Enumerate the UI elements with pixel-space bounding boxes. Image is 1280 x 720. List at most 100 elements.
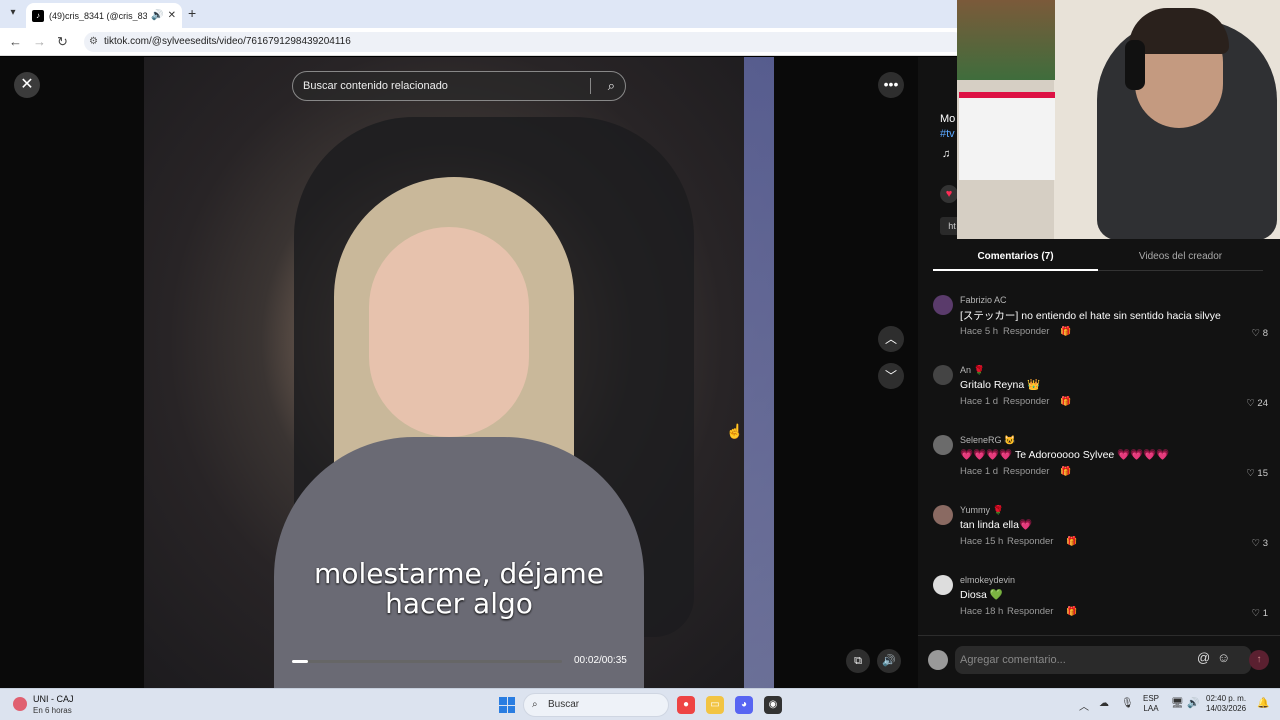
video-player[interactable]: molestarme, déjame hacer algo (144, 57, 774, 688)
comment-time: Hace 5 h (960, 326, 999, 337)
comment-username[interactable]: Fabrizio AC (960, 295, 1007, 305)
webcam-headset (1125, 40, 1145, 90)
address-bar[interactable]: ⚙ tiktok.com/@sylveesedits/video/7616791… (84, 32, 964, 52)
list-item: An 🌹 Gritalo Reyna 👑 Hace 1 d Responder … (933, 363, 1268, 425)
reply-button[interactable]: Responder (1003, 326, 1049, 337)
comment-like-count[interactable]: ♡ 1 (1252, 608, 1268, 619)
audio-playing-icon[interactable]: 🔊 (151, 10, 163, 21)
windows-taskbar: UNI - CAJ En 6 horas ⌕ Buscar ● ▭ ◕ ◉ ︿ … (0, 688, 1280, 720)
like-count: 1 (1262, 608, 1268, 619)
browser-tab[interactable]: ♪ (49)cris_8341 (@cris_8341) 🔊 ✕ (26, 3, 182, 28)
network-icon[interactable]: 🖥 (1171, 698, 1184, 709)
comment-time: Hace 1 d (960, 396, 999, 407)
file-explorer-icon[interactable]: ▭ (706, 696, 724, 714)
comments-panel: Mo #tv ♫ ♥ ht Comentarios (7) Videos del… (918, 0, 1280, 688)
gift-icon[interactable]: 🎁 (1060, 466, 1071, 477)
list-item: elmokeydevin Diosa 💚 Hace 18 h Responder… (933, 573, 1268, 635)
system-clock[interactable]: 02:40 p. m. 14/03/2026 (1206, 694, 1246, 714)
chrome-icon[interactable]: ● (677, 696, 695, 714)
avatar[interactable] (928, 650, 948, 670)
reply-button[interactable]: Responder (1007, 536, 1053, 547)
comment-like-count[interactable]: ♡ 15 (1246, 468, 1268, 479)
like-count: 15 (1257, 468, 1268, 479)
reload-icon[interactable]: ↻ (57, 34, 68, 50)
microphone-icon[interactable]: 🎙 (1121, 698, 1134, 709)
volume-icon[interactable]: 🔊 (877, 649, 901, 673)
tab-comments[interactable]: Comentarios (7) (933, 251, 1098, 262)
tab-creator-videos[interactable]: Videos del creador (1098, 251, 1263, 262)
related-search-input[interactable]: Buscar contenido relacionado ⌕ (292, 71, 626, 101)
forward-icon[interactable]: → (33, 34, 46, 49)
avatar[interactable] (933, 295, 953, 315)
notification-bell-icon[interactable]: 🔔 (1257, 698, 1269, 709)
mouse-cursor-icon: ☝ (726, 423, 744, 439)
discord-icon[interactable]: ◕ (735, 696, 753, 714)
language-indicator[interactable]: ESP LAA (1143, 694, 1159, 714)
comment-text: Gritalo Reyna 👑 (960, 379, 1041, 391)
tab-search-dropdown-icon[interactable]: ▾ (5, 5, 21, 21)
list-item: Fabrizio AC [ステッカー] no entiendo el hate … (933, 293, 1268, 355)
comment-username[interactable]: SeleneRG 😺 (960, 435, 1015, 446)
video-progress-bar[interactable] (292, 660, 562, 663)
comment-time: Hace 1 d (960, 466, 999, 477)
next-video-icon[interactable]: ﹀ (878, 363, 904, 389)
more-options-icon[interactable]: ••• (878, 72, 904, 98)
taskbar-search[interactable]: ⌕ Buscar (523, 693, 669, 717)
language-code: ESP (1143, 694, 1160, 703)
webcam-overlay (957, 0, 1280, 239)
video-progress-fill (292, 660, 309, 663)
avatar[interactable] (933, 575, 953, 595)
video-caption-line-2: hacer algo (385, 587, 533, 620)
video-time: 00:02/00:35 (574, 655, 627, 666)
gift-icon[interactable]: 🎁 (1060, 396, 1071, 407)
like-heart-icon[interactable]: ♥ (940, 185, 958, 203)
mention-icon[interactable]: @ (1197, 650, 1210, 665)
comment-username[interactable]: elmokeydevin (960, 575, 1015, 585)
tray-overflow-icon[interactable]: ︿ (1079, 698, 1089, 713)
app-icon[interactable]: ◉ (764, 696, 782, 714)
music-note-icon[interactable]: ♫ (942, 148, 950, 160)
send-icon[interactable]: ↑ (1249, 650, 1269, 670)
close-video-button[interactable]: ✕ (14, 72, 40, 98)
comment-like-count[interactable]: ♡ 24 (1246, 398, 1268, 409)
emoji-icon[interactable]: ☺ (1217, 650, 1230, 665)
reply-button[interactable]: Responder (1003, 396, 1049, 407)
windows-start-icon[interactable] (499, 697, 515, 713)
like-count: 3 (1262, 538, 1268, 549)
weather-icon[interactable] (13, 697, 27, 711)
site-info-icon[interactable]: ⚙ (89, 32, 98, 52)
avatar[interactable] (933, 435, 953, 455)
video-area: molestarme, déjame hacer algo ✕ Buscar c… (0, 57, 918, 688)
gift-icon[interactable]: 🎁 (1066, 606, 1077, 617)
list-item: Yummy 🌹 tan linda ella💗 Hace 15 h Respon… (933, 503, 1268, 565)
comment-like-count[interactable]: ♡ 8 (1252, 328, 1268, 339)
comment-text: Diosa 💚 (960, 589, 1003, 601)
panel-tabs: Comentarios (7) Videos del creador (933, 245, 1263, 271)
comment-username[interactable]: Yummy 🌹 (960, 505, 1004, 516)
tray-app-icon[interactable]: ☁ (1099, 698, 1109, 709)
picture-in-picture-icon[interactable]: ⧉ (846, 649, 870, 673)
comment-username[interactable]: An 🌹 (960, 365, 985, 376)
back-icon[interactable]: ← (9, 34, 22, 49)
weather-title[interactable]: UNI - CAJ (33, 694, 74, 704)
avatar[interactable] (933, 505, 953, 525)
tab-close-icon[interactable]: ✕ (168, 10, 176, 21)
comment-text: [ステッカー] no entiendo el hate sin sentido … (960, 310, 1221, 322)
speaker-icon[interactable]: 🔊 (1187, 698, 1199, 709)
webcam-poster (957, 0, 1055, 80)
gift-icon[interactable]: 🎁 (1060, 326, 1071, 337)
avatar[interactable] (933, 365, 953, 385)
search-icon[interactable]: ⌕ (608, 72, 615, 100)
comment-time: Hace 15 h (960, 536, 1004, 547)
previous-video-icon[interactable]: ︿ (878, 326, 904, 352)
webcam-calendar (959, 92, 1055, 180)
reply-button[interactable]: Responder (1007, 606, 1053, 617)
comment-like-count[interactable]: ♡ 3 (1252, 538, 1268, 549)
reply-button[interactable]: Responder (1003, 466, 1049, 477)
new-tab-icon[interactable]: + (188, 5, 196, 21)
weather-subtitle: En 6 horas (33, 706, 72, 715)
video-face-shape (369, 227, 529, 437)
clock-time: 02:40 p. m. (1206, 694, 1247, 703)
hashtag-link[interactable]: #tv (940, 128, 955, 140)
gift-icon[interactable]: 🎁 (1066, 536, 1077, 547)
